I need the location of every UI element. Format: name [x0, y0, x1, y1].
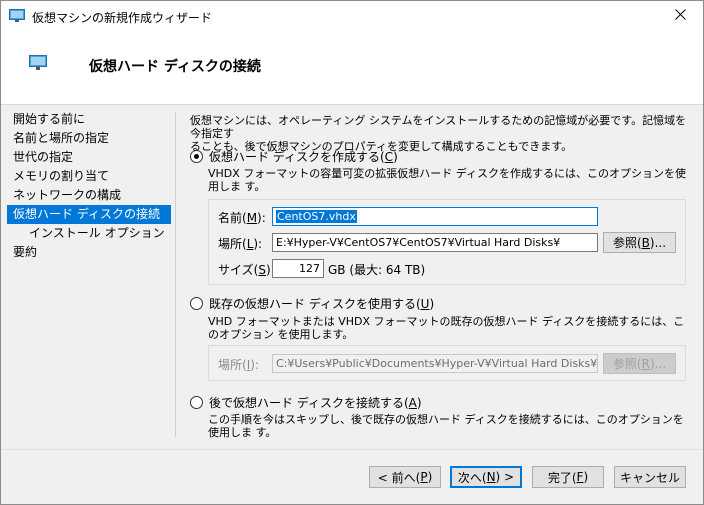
nav-divider [175, 112, 176, 437]
finish-button[interactable]: 完了(F) [532, 466, 604, 488]
radio-unchecked-icon[interactable] [190, 297, 203, 310]
create-vhd-label: 仮想ハード ディスクを作成する(C) [209, 150, 398, 164]
nav-item-install-options[interactable]: インストール オプション [7, 224, 171, 243]
close-icon [674, 9, 686, 23]
page-title: 仮想ハード ディスクの接続 [89, 59, 261, 75]
existing-browse-button[interactable]: 参照(R)... [603, 353, 676, 374]
nav-item-connect-vhd[interactable]: 仮想ハード ディスクの接続 [7, 205, 171, 224]
nav-item-summary[interactable]: 要約 [7, 243, 171, 262]
size-unit: GB (最大: 64 TB) [328, 263, 426, 277]
browse-button[interactable]: 参照(B)... [603, 232, 676, 253]
wizard-nav: 開始する前に 名前と場所の指定 世代の指定 メモリの割り当て ネットワークの構成… [7, 110, 171, 262]
radio-unchecked-icon[interactable] [190, 396, 203, 409]
previous-button[interactable]: < 前へ(P) [369, 466, 441, 488]
window-title: 仮想マシンの新規作成ウィザード [32, 11, 213, 25]
intro-line-1: 仮想マシンには、オペレーティング システムをインストールするための記憶域が必要で… [190, 114, 687, 140]
size-label: サイズ(S): [218, 263, 275, 277]
location-input[interactable]: E:¥Hyper-V¥CentOS7¥CentOS7¥Virtual Hard … [272, 233, 598, 252]
attach-later-desc: この手順を今はスキップし、後で既存の仮想ハード ディスクを接続するには、このオプ… [208, 413, 684, 439]
nav-item-memory[interactable]: メモリの割り当て [7, 167, 171, 186]
title-bar[interactable]: 仮想マシンの新規作成ウィザード [1, 1, 703, 31]
existing-location-label: 場所(I): [218, 358, 259, 372]
name-input[interactable]: CentOS7.vhdx [272, 207, 598, 226]
nav-item-network[interactable]: ネットワークの構成 [7, 186, 171, 205]
monitor-icon [29, 55, 47, 71]
name-label: 名前(M): [218, 211, 266, 225]
nav-item-name-location[interactable]: 名前と場所の指定 [7, 129, 171, 148]
use-existing-vhd-radio[interactable]: 既存の仮想ハード ディスクを使用する(U) [190, 295, 434, 312]
create-vhd-desc: VHDX フォーマットの容量可変の拡張仮想ハード ディスクを作成するには、このオ… [208, 167, 687, 193]
nav-item-before-you-begin[interactable]: 開始する前に [7, 110, 171, 129]
use-existing-vhd-label: 既存の仮想ハード ディスクを使用する(U) [209, 297, 435, 311]
create-vhd-radio[interactable]: 仮想ハード ディスクを作成する(C) [190, 148, 398, 165]
nav-item-generation[interactable]: 世代の指定 [7, 148, 171, 167]
location-label: 場所(L): [218, 237, 263, 251]
footer-divider [1, 449, 703, 450]
radio-checked-icon[interactable] [190, 150, 203, 163]
page-header: 仮想ハード ディスクの接続 [1, 31, 703, 105]
cancel-button[interactable]: キャンセル [614, 466, 686, 488]
monitor-icon [9, 9, 25, 23]
use-existing-vhd-desc: VHD フォーマットまたは VHDX フォーマットの既存の仮想ハード ディスクを… [208, 315, 685, 341]
attach-later-radio[interactable]: 後で仮想ハード ディスクを接続する(A) [190, 394, 422, 411]
close-button[interactable] [657, 1, 703, 31]
next-button[interactable]: 次へ(N) > [450, 466, 522, 488]
attach-later-label: 後で仮想ハード ディスクを接続する(A) [209, 396, 422, 410]
existing-location-input[interactable]: C:¥Users¥Public¥Documents¥Hyper-V¥Virtua… [272, 354, 598, 373]
size-input[interactable]: 127 [272, 259, 324, 278]
